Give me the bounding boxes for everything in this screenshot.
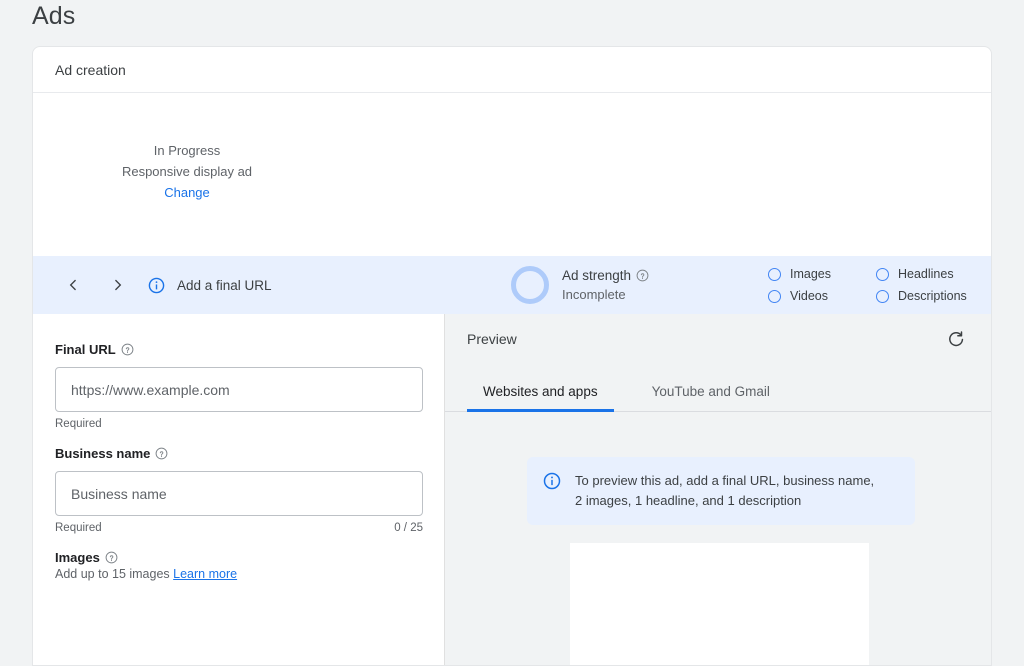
editor-body: Final URL Required Business name Require… bbox=[33, 314, 991, 665]
final-url-helper: Required bbox=[55, 418, 102, 430]
nav-group: Add a final URL bbox=[61, 272, 272, 298]
preview-title: Preview bbox=[467, 331, 517, 347]
final-url-helper-row: Required bbox=[55, 418, 423, 430]
images-label-text: Images bbox=[55, 550, 100, 565]
business-name-input[interactable] bbox=[55, 471, 423, 516]
tab-websites-and-apps[interactable]: Websites and apps bbox=[467, 384, 614, 412]
checklist-item-headlines[interactable]: Headlines bbox=[876, 267, 984, 281]
help-icon[interactable] bbox=[121, 343, 134, 356]
preview-info-banner: To preview this ad, add a final URL, bus… bbox=[527, 457, 915, 525]
circle-unchecked-icon bbox=[876, 267, 889, 281]
ad-strength-checklist: Images Headlines Videos Descriptions bbox=[768, 256, 984, 314]
ad-strength-indicator: Ad strength Incomplete bbox=[511, 256, 649, 314]
preview-banner-text: To preview this ad, add a final URL, bus… bbox=[575, 471, 874, 511]
card-header: Ad creation bbox=[33, 47, 991, 93]
help-icon[interactable] bbox=[636, 269, 649, 282]
banner-line-2: 2 images, 1 headline, and 1 description bbox=[575, 493, 802, 508]
strength-ring-icon bbox=[511, 266, 549, 304]
page-title: Ads bbox=[32, 2, 76, 30]
preview-ad-placeholder bbox=[570, 543, 869, 665]
ad-strength-value: Incomplete bbox=[562, 286, 626, 302]
ad-summary-section: In Progress Responsive display ad Change bbox=[33, 93, 991, 256]
info-icon bbox=[543, 472, 561, 511]
preview-panel: Preview Websites and apps YouTube and Gm… bbox=[445, 314, 991, 665]
ad-status-text: In Progress bbox=[153, 143, 221, 158]
circle-unchecked-icon bbox=[768, 289, 781, 303]
checklist-item-images[interactable]: Images bbox=[768, 267, 876, 281]
circle-unchecked-icon bbox=[876, 289, 889, 303]
checklist-item-videos[interactable]: Videos bbox=[768, 289, 876, 303]
business-name-label-text: Business name bbox=[55, 446, 151, 461]
card-header-title: Ad creation bbox=[55, 61, 126, 78]
ad-form-panel: Final URL Required Business name Require… bbox=[33, 314, 445, 665]
checklist-label: Headlines bbox=[898, 267, 954, 281]
help-icon[interactable] bbox=[105, 551, 118, 564]
images-label: Images bbox=[55, 550, 422, 565]
change-ad-type-link[interactable]: Change bbox=[122, 182, 252, 203]
checklist-label: Images bbox=[790, 267, 831, 281]
help-icon[interactable] bbox=[155, 447, 168, 460]
preview-header: Preview bbox=[445, 314, 991, 364]
images-description-text: Add up to 15 images bbox=[55, 567, 170, 581]
ad-strength-label: Ad strength bbox=[562, 267, 632, 283]
banner-line-1: To preview this ad, add a final URL, bus… bbox=[575, 473, 875, 488]
business-name-counter: 0 / 25 bbox=[394, 522, 423, 534]
final-url-label: Final URL bbox=[55, 342, 422, 357]
final-url-hint: Add a final URL bbox=[177, 277, 272, 293]
learn-more-link[interactable]: Learn more bbox=[173, 567, 237, 581]
chevron-left-icon[interactable] bbox=[61, 272, 87, 298]
images-description: Add up to 15 images Learn more bbox=[55, 567, 422, 581]
business-name-label: Business name bbox=[55, 446, 422, 461]
final-url-label-text: Final URL bbox=[55, 342, 116, 357]
ad-creation-card: Ad creation In Progress Responsive displ… bbox=[32, 46, 992, 666]
business-name-helper-row: Required 0 / 25 bbox=[55, 522, 423, 534]
chevron-right-icon[interactable] bbox=[104, 272, 130, 298]
business-name-helper: Required bbox=[55, 522, 102, 534]
checklist-item-descriptions[interactable]: Descriptions bbox=[876, 289, 984, 303]
final-url-input[interactable] bbox=[55, 367, 423, 412]
preview-tabs: Websites and apps YouTube and Gmail bbox=[445, 364, 991, 412]
tab-youtube-and-gmail[interactable]: YouTube and Gmail bbox=[636, 384, 786, 411]
ad-type-text: Responsive display ad bbox=[121, 164, 253, 179]
checklist-label: Descriptions bbox=[898, 289, 967, 303]
circle-unchecked-icon bbox=[768, 267, 781, 281]
info-icon[interactable] bbox=[148, 277, 165, 294]
ad-strength-toolbar: Add a final URL Ad strength Incomplete I… bbox=[33, 256, 991, 314]
refresh-icon[interactable] bbox=[943, 326, 969, 352]
checklist-label: Videos bbox=[790, 289, 828, 303]
